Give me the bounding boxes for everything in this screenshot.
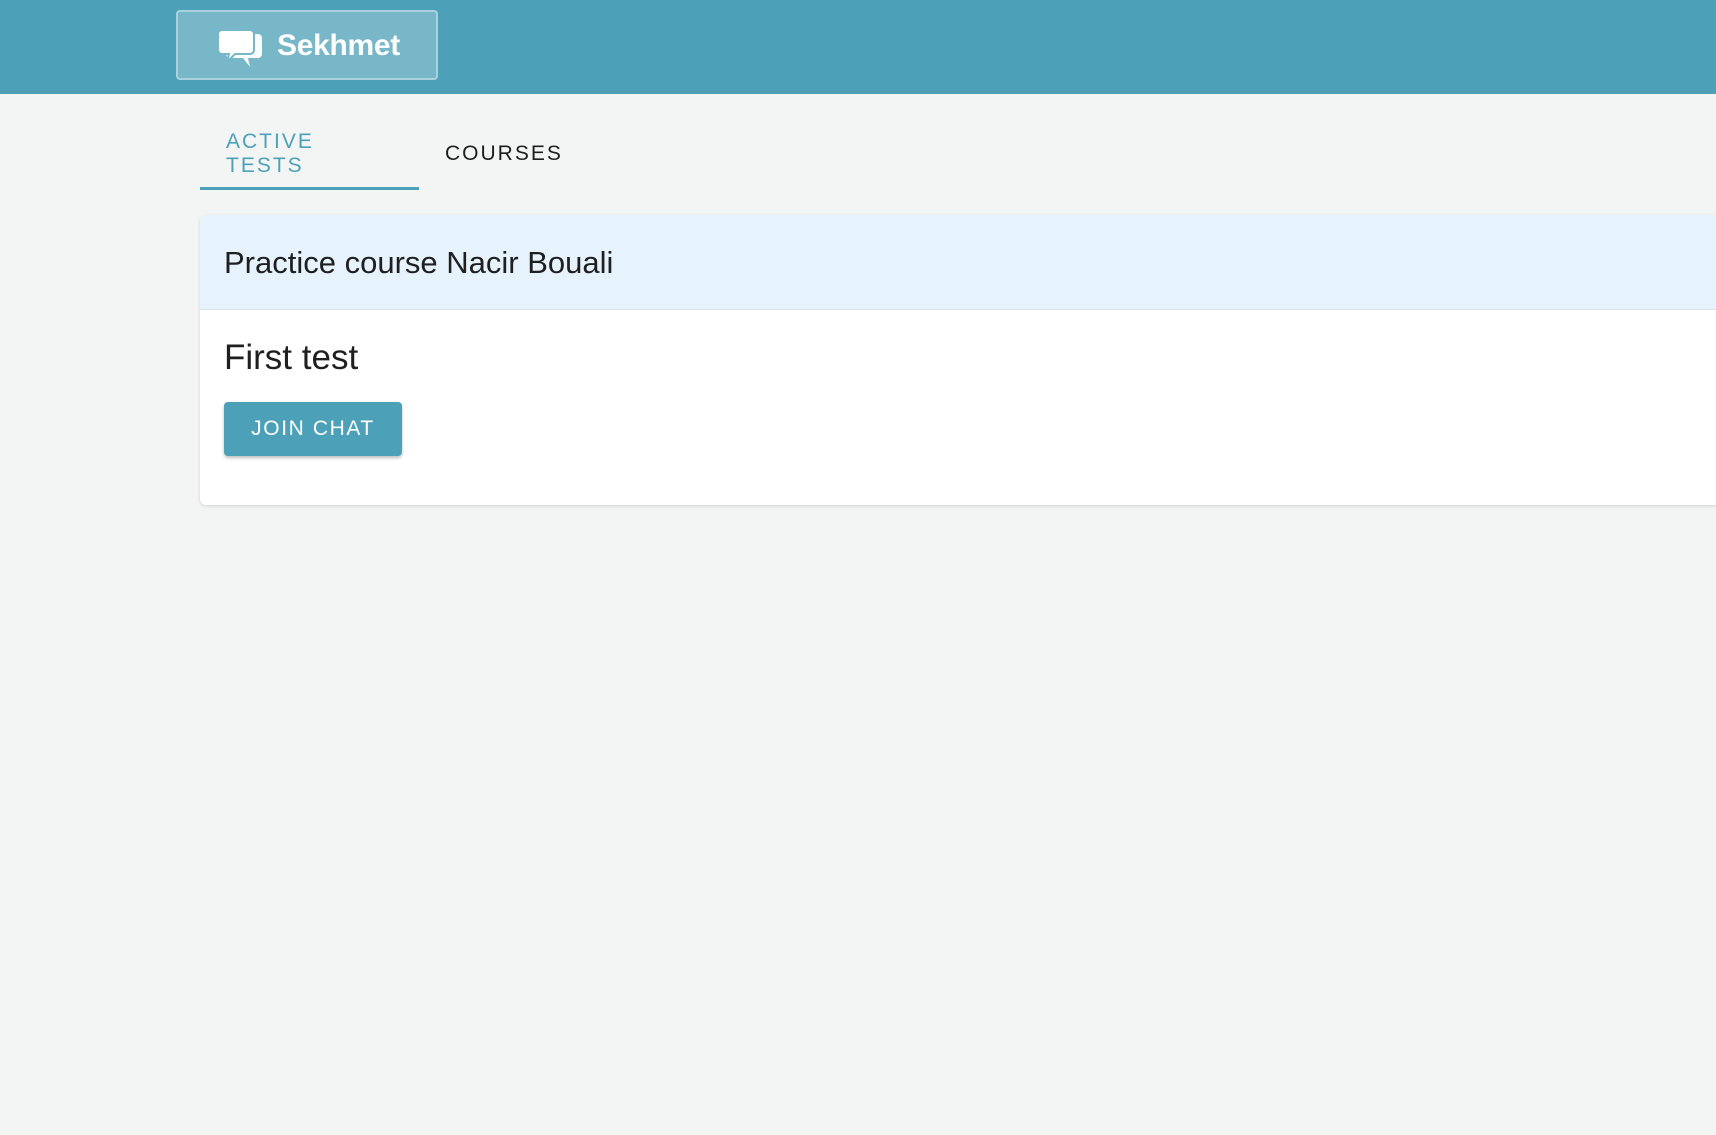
course-card-header: Practice course Nacir Bouali bbox=[200, 215, 1716, 310]
tab-label: COURSES bbox=[445, 142, 563, 165]
tab-courses[interactable]: COURSES bbox=[419, 118, 589, 190]
tab-active-tests[interactable]: ACTIVE TESTS bbox=[200, 118, 419, 190]
tab-bar: ACTIVE TESTS COURSES bbox=[200, 118, 589, 190]
brand-home-button[interactable]: Sekhmet bbox=[176, 10, 438, 80]
tab-label: ACTIVE TESTS bbox=[226, 130, 314, 177]
test-title: First test bbox=[224, 338, 359, 377]
brand-name: Sekhmet bbox=[277, 29, 400, 62]
top-app-bar: Sekhmet bbox=[0, 0, 1716, 94]
course-card: Practice course Nacir Bouali First test … bbox=[200, 215, 1716, 505]
chat-bubble-icon bbox=[217, 29, 262, 67]
join-chat-button[interactable]: JOIN CHAT bbox=[224, 402, 402, 456]
course-title: Practice course Nacir Bouali bbox=[224, 245, 614, 280]
